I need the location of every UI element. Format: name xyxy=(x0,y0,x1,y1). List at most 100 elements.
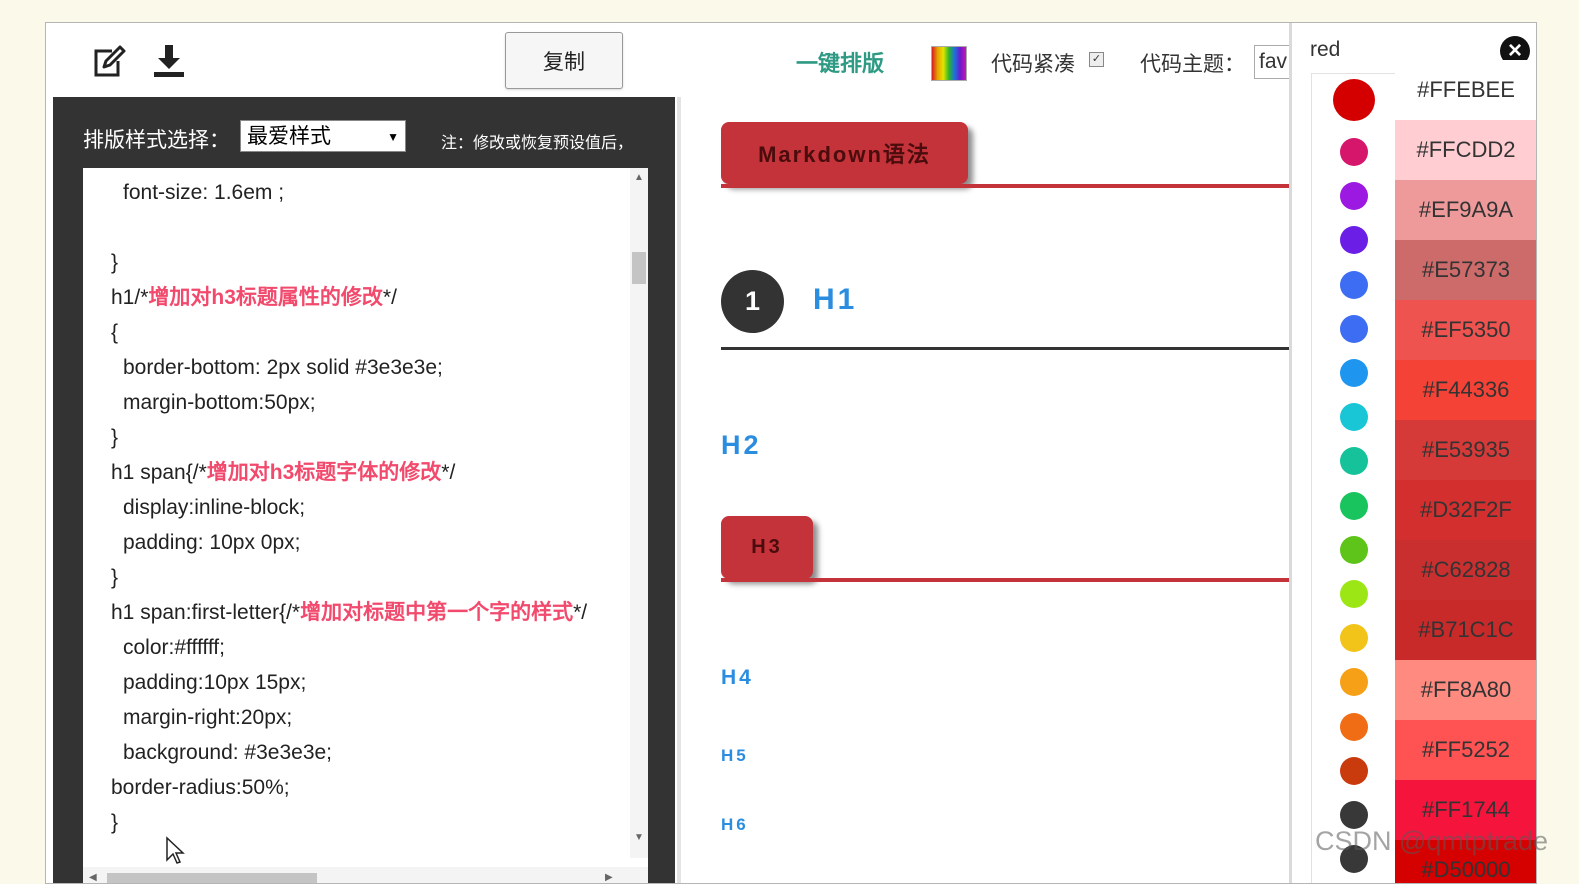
color-swatch[interactable]: #FFCDD2 xyxy=(1395,120,1536,180)
color-dot[interactable] xyxy=(1340,314,1368,343)
code-text: } xyxy=(111,811,119,834)
h2-heading: H2 xyxy=(721,430,762,460)
color-dot[interactable] xyxy=(1340,535,1368,564)
code-line: border-bottom: 2px solid #3e3e3e; xyxy=(123,353,443,383)
dropdown-arrow-icon: ▼ xyxy=(387,130,399,144)
download-icon[interactable] xyxy=(150,43,188,81)
color-swatch[interactable]: #FF8A80 xyxy=(1395,660,1536,720)
h5-heading: H5 xyxy=(721,746,749,765)
code-text: */ xyxy=(441,461,456,484)
code-text: } xyxy=(111,251,119,274)
color-swatch[interactable]: #B71C1C xyxy=(1395,600,1536,660)
scroll-down-icon[interactable]: ▼ xyxy=(634,832,644,843)
code-line: font-size: 1.6em ; xyxy=(123,178,284,208)
color-dot[interactable] xyxy=(1340,491,1368,520)
color-swatch-label: #FF1744 xyxy=(1421,797,1511,822)
code-text: { xyxy=(111,321,119,344)
code-comment: 增加对h3标题字体的修改 xyxy=(206,461,442,484)
code-line: background: #3e3e3e; xyxy=(123,738,332,768)
preview-panel: Markdown语法 1 H1 H2 H3 H4 H5 H6 xyxy=(677,97,1293,883)
code-line: margin-right:20px; xyxy=(123,703,292,733)
color-dot[interactable] xyxy=(1340,270,1368,299)
code-comment: 增加对标题中第一个字的样式 xyxy=(300,601,574,624)
code-text: */ xyxy=(573,601,588,624)
code-line: padding:10px 15px; xyxy=(123,668,306,698)
note-text: 注：修改或恢复预设值后， xyxy=(441,135,634,152)
color-dot[interactable] xyxy=(1340,580,1368,608)
code-text: padding: 10px 0px; xyxy=(123,531,301,554)
color-swatch[interactable]: #EF9A9A xyxy=(1395,180,1536,240)
compact-code-checkbox[interactable]: ✓ xyxy=(1089,52,1104,67)
code-text: padding:10px 15px; xyxy=(123,671,307,694)
h6-heading: H6 xyxy=(721,815,749,834)
copy-button[interactable]: 复制 xyxy=(505,32,623,89)
h1-heading: H1 xyxy=(813,283,858,316)
horizontal-scroll-thumb[interactable] xyxy=(107,873,317,883)
style-select[interactable]: 最爱样式 ▼ xyxy=(240,120,406,152)
toolbar: 复制 一键排版 代码紧凑 ✓ 代码主题： fav xyxy=(46,23,1300,97)
code-text: margin-bottom:50px; xyxy=(123,391,316,414)
edit-icon[interactable] xyxy=(90,43,128,81)
code-line: } xyxy=(111,563,118,593)
code-text: } xyxy=(111,566,119,589)
code-text: border-radius:50%; xyxy=(111,776,290,799)
watermark: CSDN @qmtptrade xyxy=(1315,826,1548,856)
color-dot[interactable] xyxy=(1340,447,1368,476)
scroll-right-icon[interactable]: ▶ xyxy=(605,872,613,883)
css-code-editor[interactable]: font-size: 1.6em ;} h1/*增加对h3标题属性的修改*/{ b… xyxy=(83,168,648,883)
scroll-up-icon[interactable]: ▲ xyxy=(634,172,644,183)
color-dot[interactable] xyxy=(1340,359,1368,387)
color-dot[interactable] xyxy=(1340,403,1368,432)
color-swatch[interactable]: #FF5252 xyxy=(1395,720,1536,780)
color-dot[interactable] xyxy=(1340,182,1368,211)
color-swatch[interactable]: #E53935 xyxy=(1395,420,1536,480)
code-text: color:#ffffff; xyxy=(123,636,225,659)
one-key-format-button[interactable]: 一键排版 xyxy=(796,46,884,78)
color-swatch-label: #D50000 xyxy=(1421,857,1511,882)
color-swatch-label: #D32F2F xyxy=(1420,497,1512,522)
color-dot[interactable] xyxy=(1340,138,1368,166)
code-text: background: #3e3e3e; xyxy=(123,741,333,764)
color-dot[interactable] xyxy=(1340,624,1368,653)
color-swatch[interactable]: #FFEBEE xyxy=(1395,60,1536,120)
color-swatch[interactable]: #EF5350 xyxy=(1395,300,1536,360)
color-swatch[interactable]: #D32F2F xyxy=(1395,480,1536,540)
color-dot[interactable] xyxy=(1340,226,1368,255)
code-line: padding: 10px 0px; xyxy=(123,528,300,558)
compact-code-label: 代码紧凑 xyxy=(991,53,1075,76)
h1-number-circle: 1 xyxy=(721,270,784,333)
code-line: } xyxy=(111,248,118,278)
color-swatch-label: #EF5350 xyxy=(1421,317,1511,342)
color-dot[interactable] xyxy=(1340,801,1368,829)
style-select-label: 排版样式选择： xyxy=(83,129,230,152)
h3-heading: H3 xyxy=(721,516,813,579)
vertical-scroll-thumb[interactable] xyxy=(632,252,646,284)
color-swatch[interactable]: #E57373 xyxy=(1395,240,1536,300)
code-text: display:inline-block; xyxy=(123,496,306,519)
vertical-scrollbar[interactable]: ▲ ▼ xyxy=(630,168,648,858)
code-line: { xyxy=(111,318,118,348)
code-line: margin-bottom:50px; xyxy=(123,388,316,418)
h3-divider xyxy=(721,578,1293,582)
code-line: } xyxy=(111,423,118,453)
color-swatch-label: #FF8A80 xyxy=(1420,677,1512,702)
color-swatch[interactable]: #F44336 xyxy=(1395,360,1536,420)
color-swatch[interactable]: #C62828 xyxy=(1395,540,1536,600)
h1-divider xyxy=(721,347,1293,350)
color-swatch-label: #C62828 xyxy=(1421,557,1511,582)
color-swatch-label: #FFEBEE xyxy=(1417,77,1515,102)
scroll-left-icon[interactable]: ◀ xyxy=(89,872,97,883)
palette-name: red xyxy=(1310,38,1341,61)
color-swatch-label: #E57373 xyxy=(1421,257,1511,282)
color-swatch-label: #F44336 xyxy=(1422,377,1510,402)
code-text: h1 span{/* xyxy=(111,461,207,484)
color-dot[interactable] xyxy=(1340,712,1368,741)
palette-icon[interactable] xyxy=(931,46,967,81)
color-dot[interactable] xyxy=(1340,668,1368,697)
color-dot[interactable] xyxy=(1340,756,1368,785)
title-divider xyxy=(721,184,1293,188)
code-line: color:#ffffff; xyxy=(123,633,225,663)
code-line: border-radius:50%; xyxy=(111,773,290,803)
color-dot[interactable] xyxy=(1333,79,1375,121)
code-line: display:inline-block; xyxy=(123,493,305,523)
